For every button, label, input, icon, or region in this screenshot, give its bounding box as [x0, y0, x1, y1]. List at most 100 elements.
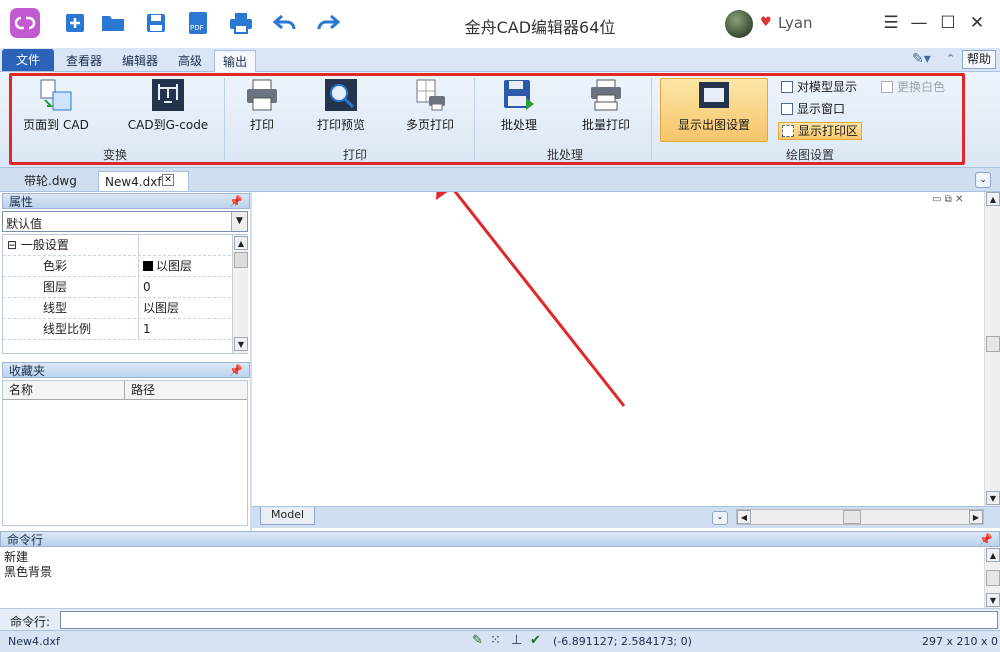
scroll-down-icon[interactable]: ▼ — [986, 593, 1000, 607]
favorites-col-name[interactable]: 名称 — [3, 381, 125, 400]
property-row[interactable]: 色彩 以图层 — [3, 256, 231, 277]
model-tab[interactable]: Model — [260, 507, 316, 525]
pin-icon[interactable]: 📌 — [229, 194, 243, 210]
vip-badge-icon: ♥ — [760, 15, 772, 30]
command-title: 命令行 — [7, 533, 44, 547]
print-icon[interactable] — [228, 10, 254, 36]
tab-output[interactable]: 输出 — [214, 50, 257, 72]
favorites-title: 收藏夹 — [9, 364, 46, 378]
scroll-right-icon[interactable]: ▶ — [969, 510, 983, 524]
canvas-bottom-bar: Model ⌄ ◀ ▶ — [252, 506, 1000, 528]
status-bar: New4.dxf ✎ ⁙ ⊥ ✔ (-6.891127; 2.584173; 0… — [0, 630, 1000, 652]
collapse-minus-icon[interactable]: ⊟ — [7, 238, 17, 252]
command-input-bar: 命令行: — [0, 608, 1000, 630]
scroll-thumb[interactable] — [986, 336, 1000, 352]
document-tab-strip: 带轮.dwg New4.dxf ✕ ⌄ — [0, 168, 1000, 192]
ribbon-tab-strip: 文件 查看器 编辑器 高级 输出 ✎▾ ⌃ 帮助 — [0, 48, 1000, 72]
avatar[interactable] — [725, 10, 753, 38]
scroll-thumb[interactable] — [843, 510, 861, 524]
scroll-down-icon[interactable]: ▼ — [986, 491, 1000, 505]
dropdown-arrow-icon[interactable]: ▼ — [231, 212, 247, 231]
command-history-line: 新建 — [4, 550, 29, 564]
scroll-left-icon[interactable]: ◀ — [737, 510, 751, 524]
new-file-icon[interactable] — [62, 10, 88, 36]
favorites-col-path[interactable]: 路径 — [125, 381, 247, 400]
canvas-vertical-scrollbar[interactable]: ▲ ▼ — [984, 192, 1000, 508]
scroll-up-icon[interactable]: ▲ — [986, 548, 1000, 562]
redo-icon[interactable] — [315, 10, 341, 36]
doc-tab-new4[interactable]: New4.dxf — [98, 171, 189, 191]
property-key: 线型比例 — [3, 319, 139, 340]
collapse-ribbon-icon[interactable]: ⌃ — [946, 52, 955, 65]
status-coordinates: (-6.891127; 2.584173; 0) — [553, 635, 692, 648]
tab-list-dropdown-icon[interactable]: ⌄ — [975, 172, 991, 188]
pin-icon[interactable]: 📌 — [979, 532, 993, 548]
canvas-horizontal-scrollbar[interactable]: ◀ ▶ — [736, 509, 984, 525]
snap-icon[interactable]: ✎ — [472, 633, 483, 648]
property-value[interactable]: 以图层 — [141, 298, 179, 319]
color-swatch-icon — [143, 261, 153, 271]
property-value[interactable]: 以图层 — [141, 256, 192, 277]
property-row[interactable]: 线型 以图层 — [3, 298, 231, 319]
osnap-icon[interactable]: ✔ — [530, 633, 541, 648]
property-row[interactable]: 图层 0 — [3, 277, 231, 298]
minimize-icon[interactable]: — — [907, 11, 931, 35]
close-icon[interactable]: ✕ — [965, 11, 989, 35]
maximize-icon[interactable]: ☐ — [936, 11, 960, 35]
property-key: 线型 — [3, 298, 139, 319]
property-key: 色彩 — [3, 256, 139, 277]
command-history-line: 黑色背景 — [4, 565, 53, 579]
status-paper-size: 297 x 210 x 0 — [922, 635, 998, 648]
ortho-icon[interactable]: ⊥ — [511, 633, 522, 648]
command-panel-header: 命令行 📌 — [0, 531, 1000, 547]
scroll-up-icon[interactable]: ▲ — [234, 236, 248, 250]
scroll-down-icon[interactable]: ▼ — [234, 337, 248, 351]
properties-title: 属性 — [9, 195, 34, 209]
property-scrollbar[interactable]: ▲ ▼ — [232, 235, 248, 353]
grid-icon[interactable]: ⁙ — [490, 633, 501, 648]
red-arrow-annotation — [436, 192, 626, 407]
tab-file[interactable]: 文件 — [2, 49, 54, 71]
tab-viewer[interactable]: 查看器 — [58, 50, 110, 72]
properties-dropdown[interactable]: 默认值 ▼ — [2, 211, 248, 232]
window-title: 金舟CAD编辑器64位 — [464, 18, 616, 37]
tab-advanced[interactable]: 高级 — [170, 50, 210, 72]
svg-text:PDF: PDF — [190, 24, 204, 32]
help-button[interactable]: 帮助 — [962, 50, 997, 69]
layout-tabs-dropdown-icon[interactable]: ⌄ — [712, 511, 728, 525]
property-value[interactable]: 1 — [141, 319, 151, 340]
doc-tab-pulley[interactable]: 带轮.dwg — [18, 171, 83, 191]
save-icon[interactable] — [143, 10, 169, 36]
command-history: 新建 黑色背景 — [0, 548, 984, 608]
property-section-label: ⊟ 一般设置 — [3, 235, 139, 256]
properties-panel-header: 属性 📌 — [2, 193, 250, 209]
scroll-up-icon[interactable]: ▲ — [986, 192, 1000, 206]
close-tab-icon[interactable]: ✕ — [162, 174, 174, 186]
title-bar: PDF 金舟CAD编辑器64位 ♥ Lyan ☰ — ☐ ✕ — [0, 0, 1000, 48]
scroll-thumb[interactable] — [234, 252, 248, 268]
property-section-row[interactable]: ⊟ 一般设置 — [3, 235, 231, 256]
property-key: 图层 — [3, 277, 139, 298]
pin-icon[interactable]: 📌 — [229, 363, 243, 379]
username[interactable]: Lyan — [778, 14, 813, 32]
pdf-export-icon[interactable]: PDF — [185, 10, 211, 36]
status-filename: New4.dxf — [8, 635, 60, 648]
property-grid: ⊟ 一般设置 色彩 以图层 图层 0 线型 以图层 线型比例 1 ▲ ▼ — [2, 234, 248, 354]
open-folder-icon[interactable] — [100, 10, 126, 36]
favorites-panel-header: 收藏夹 📌 — [2, 362, 250, 378]
command-scrollbar[interactable]: ▲ ▼ — [984, 548, 1000, 608]
style-dropdown-icon[interactable]: ✎▾ — [912, 51, 931, 67]
doc-tab-new4-label: New4.dxf — [105, 175, 162, 189]
command-input[interactable] — [60, 611, 998, 629]
highlight-annotation-box — [9, 73, 965, 165]
scroll-thumb[interactable] — [986, 570, 1000, 586]
property-row[interactable]: 线型比例 1 — [3, 319, 231, 340]
command-input-label: 命令行: — [10, 615, 51, 629]
app-logo-icon — [10, 8, 40, 38]
tab-editor[interactable]: 编辑器 — [114, 50, 166, 72]
favorites-list: 名称 路径 — [2, 380, 248, 526]
property-value[interactable]: 0 — [141, 277, 151, 298]
undo-icon[interactable] — [272, 10, 298, 36]
menu-icon[interactable]: ☰ — [879, 11, 903, 35]
drawing-canvas[interactable]: ▭ ⧉ ✕ — [252, 192, 984, 506]
